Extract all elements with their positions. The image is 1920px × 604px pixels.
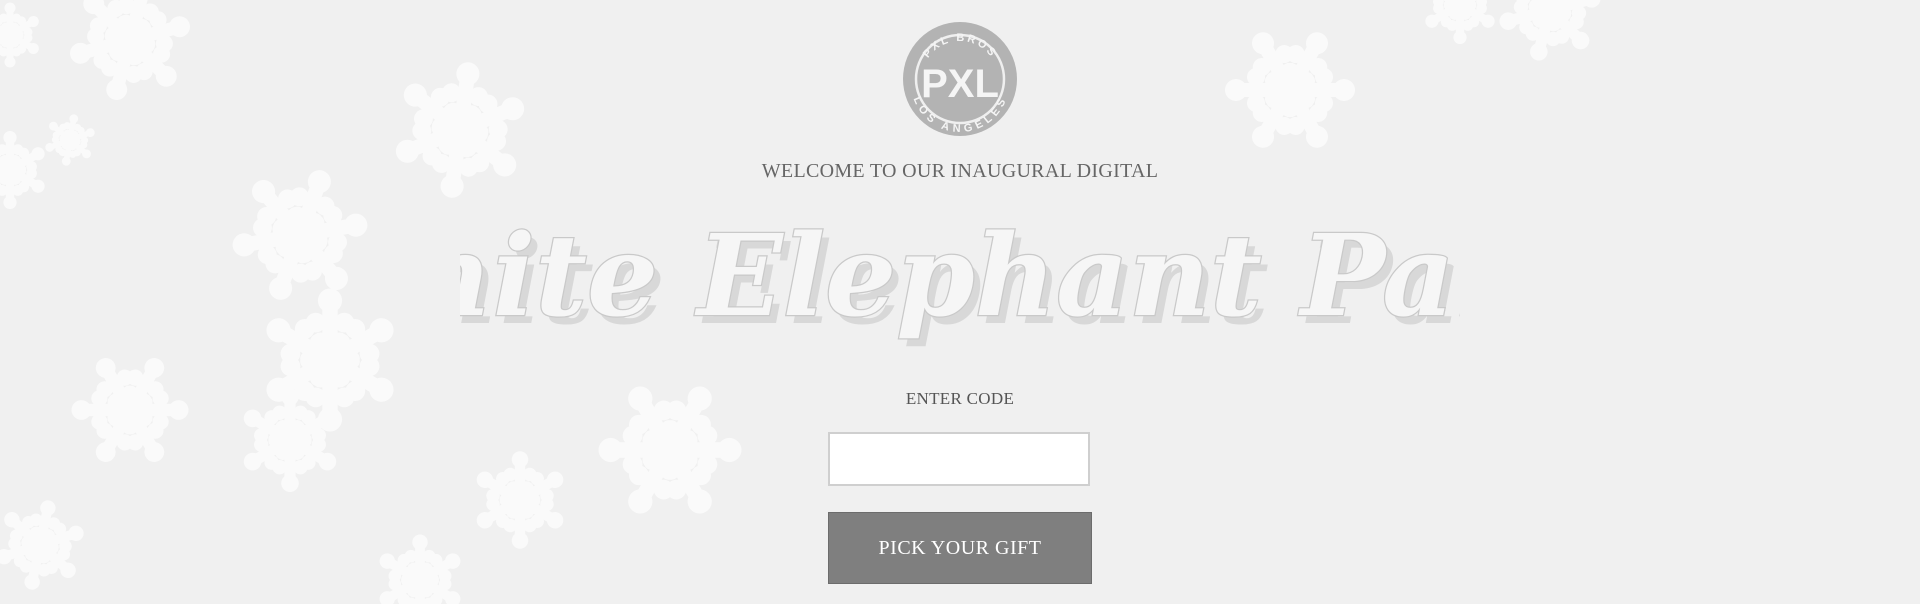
logo-monogram: PXL xyxy=(921,62,999,106)
pxl-bros-logo: PXL BROS LOS ANGELES PXL xyxy=(903,22,1017,136)
welcome-text: WELCOME TO OUR INAUGURAL DIGITAL xyxy=(761,160,1159,182)
pick-gift-button[interactable]: PICK YOUR GIFT xyxy=(828,512,1092,584)
party-title: White Elephant Party White Elephant Part… xyxy=(460,210,1460,350)
main-content: PXL BROS LOS ANGELES PXL WELCOME TO OUR … xyxy=(0,0,1920,604)
title-text: White Elephant Party xyxy=(460,211,1460,342)
enter-code-label: ENTER CODE xyxy=(905,389,1015,408)
code-input[interactable] xyxy=(828,432,1090,486)
